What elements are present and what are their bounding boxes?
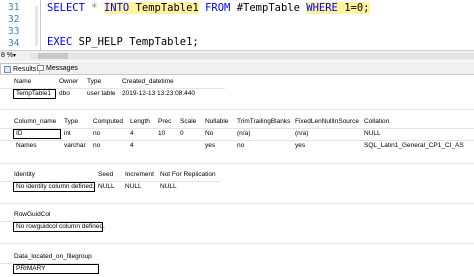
column-header[interactable]: Created_datetime [122,78,174,85]
keyword: WHERE [306,2,338,14]
column-header[interactable]: Column_name [14,118,56,125]
divider [0,243,474,244]
tab-messages[interactable]: Messages [34,63,81,73]
column-header[interactable]: Owner [59,78,78,85]
table-cell[interactable]: no [237,142,244,149]
keyword: INTO [103,2,130,14]
column-header[interactable]: Seed [98,171,113,178]
table-cell[interactable]: yes [295,142,305,149]
query-editor[interactable]: 31 32 33 34 SELECT * INTO TempTable1 FRO… [0,0,474,50]
table-cell[interactable]: ID [16,130,23,137]
tab-label: Results [13,65,37,73]
table-cell[interactable]: int [64,130,71,137]
column-header[interactable]: Collation [364,118,389,125]
editor-status-bar: 8 % ▾ [0,50,474,61]
column-header[interactable]: Name [14,78,31,85]
table-cell[interactable]: 4 [130,130,134,137]
code-line-33[interactable]: EXEC SP_HELP TempTable1; [47,36,199,48]
table-cell[interactable]: (n/a) [237,130,250,137]
line-number-gutter: 31 32 33 34 [0,0,34,50]
result-grid-object[interactable]: Name Owner Type Created_datetime TempTab… [0,75,230,100]
line-number: 33 [8,26,20,37]
table-cell[interactable]: PRIMARY [16,265,46,272]
divider [0,203,474,204]
table-cell[interactable]: no [93,130,100,137]
tab-label: Messages [46,64,78,72]
argument: TempTable1; [129,36,199,48]
identifier: TempTable1 [135,2,199,14]
results-tab-bar: Results Messages [0,62,474,75]
table-cell[interactable]: varchar [64,142,86,149]
horizontal-scrollbar[interactable] [30,53,474,59]
change-tracking-margin [35,6,38,46]
code-line-31[interactable]: SELECT * INTO TempTable1 FROM #TempTable… [47,2,370,14]
column-header[interactable]: Length [130,118,150,125]
table-cell[interactable]: TempTable1 [16,90,51,97]
table-cell[interactable]: (n/a) [295,130,308,137]
column-header[interactable]: FixedLenNullInSource [295,118,359,125]
table-cell[interactable]: No [205,130,213,137]
divider [0,140,474,141]
column-header[interactable]: TrimTrailingBlanks [237,118,290,125]
divider [0,163,474,164]
chevron-down-icon[interactable]: ▾ [13,52,16,59]
table-cell[interactable]: Names [16,142,37,149]
column-header[interactable]: Prec [158,118,171,125]
condition: 1=0; [344,2,370,14]
table-cell[interactable]: NULL [125,183,142,190]
line-number: 32 [8,14,20,25]
column-header[interactable]: Scale [180,118,196,125]
messages-icon [37,65,44,71]
line-number: 31 [8,2,20,13]
editor-margin-line [40,0,41,50]
grid-icon [4,65,11,73]
column-header[interactable]: Data_located_on_filegroup [14,253,92,260]
table-cell[interactable]: No identity column defined. [16,183,94,190]
table-cell[interactable]: user table [87,90,116,97]
table-cell[interactable]: 0 [180,130,184,137]
column-header[interactable]: Not For Replication [160,171,216,178]
table-cell[interactable]: NULL [364,130,381,137]
keyword: EXEC [47,36,73,48]
operator: * [91,2,98,14]
column-header[interactable]: Computed [93,118,123,125]
line-number: 34 [8,38,20,49]
result-grid-columns[interactable]: Column_name Type Computed Length Prec Sc… [0,115,474,155]
table-cell[interactable]: 4 [130,142,134,149]
zoom-level[interactable]: 8 % [1,52,13,59]
table-cell[interactable]: NULL [98,183,115,190]
column-header[interactable]: Identity [14,171,35,178]
table-cell[interactable]: No rowguidcol column defined. [16,223,105,230]
divider [0,109,474,110]
result-grid-rowguidcol[interactable]: RowGuidCol No rowguidcol column defined. [0,208,230,233]
table-cell[interactable]: yes [205,142,215,149]
table-cell[interactable]: SQL_Latin1_General_CP1_CI_AS [364,142,464,149]
result-grid-identity[interactable]: Identity Seed Increment Not For Replicat… [0,168,230,193]
table-cell[interactable]: 2019-12-13 13:23:08.440 [122,90,195,97]
result-grid-filegroup[interactable]: Data_located_on_filegroup PRIMARY [0,250,230,275]
column-header[interactable]: Type [87,78,101,85]
table-cell[interactable]: dbo [59,90,70,97]
identifier: #TempTable [236,2,300,14]
table-cell[interactable]: no [93,142,100,149]
column-header[interactable]: Increment [125,171,154,178]
keyword: SELECT [47,2,85,14]
scrollbar-thumb[interactable] [38,53,68,59]
table-cell[interactable]: 10 [158,130,165,137]
column-header[interactable]: RowGuidCol [14,211,51,218]
column-header[interactable]: Type [64,118,78,125]
keyword: FROM [205,2,231,14]
column-header[interactable]: Nullable [205,118,229,125]
divider [0,128,474,129]
procedure-name: SP_HELP [78,36,123,48]
table-cell[interactable]: NULL [160,183,177,190]
